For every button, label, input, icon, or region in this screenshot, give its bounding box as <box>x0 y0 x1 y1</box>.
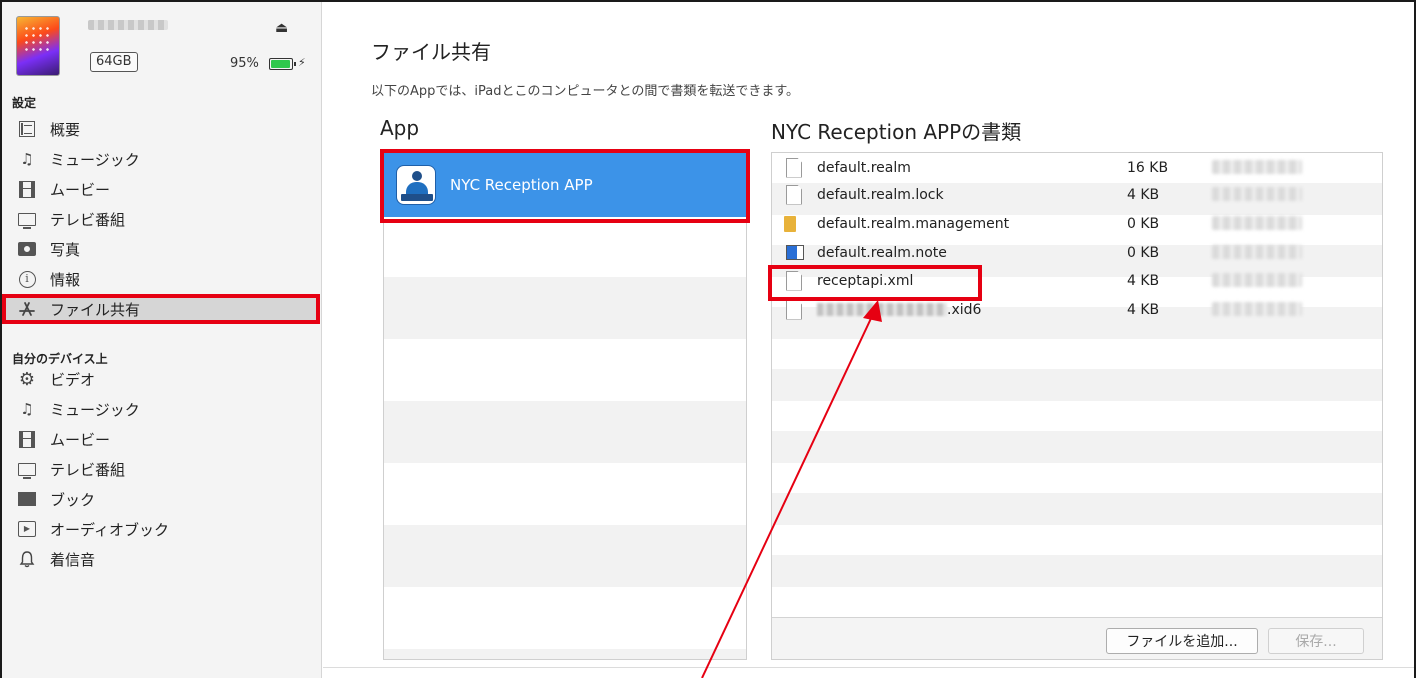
file-icon <box>786 157 802 178</box>
file-icon <box>786 299 802 320</box>
app-list: NYC Reception APP <box>383 152 747 660</box>
sidebar-item-label: オーディオブック <box>50 520 169 539</box>
document-name: default.realm.management <box>817 215 1010 232</box>
documents-column-header: NYC Reception APPの書類 <box>771 120 1022 144</box>
settings-nav: 概要 ♫ ミュージック ムービー テレビ番組 写真 i 情報 ファイル共有 <box>2 114 320 324</box>
document-date-redacted <box>1212 302 1302 316</box>
device-thumbnail <box>16 16 60 76</box>
document-date-redacted <box>1212 216 1302 230</box>
info-icon: i <box>18 270 36 288</box>
film-icon <box>18 180 36 198</box>
sidebar-item-label: ムービー <box>50 430 111 449</box>
settings-section-label: 設定 <box>12 96 37 110</box>
sidebar-item-device-music[interactable]: ♫ ミュージック <box>2 394 320 424</box>
document-name: .xid6 <box>947 301 982 318</box>
sidebar-item-file-sharing[interactable]: ファイル共有 <box>2 294 320 324</box>
sidebar-item-ringtones[interactable]: 着信音 <box>2 544 320 574</box>
sidebar-item-label: テレビ番組 <box>50 460 126 479</box>
bell-icon <box>18 550 36 568</box>
gear-icon: ⚙ <box>18 368 36 390</box>
main-content: ファイル共有 以下のAppでは、iPadとこのコンピュータとの間で書類を転送でき… <box>323 2 1414 678</box>
document-row[interactable]: default.realm.management 0 KB <box>772 212 1382 235</box>
save-button[interactable]: 保存... <box>1268 628 1364 654</box>
document-name-redacted <box>817 303 947 316</box>
document-date-redacted <box>1212 245 1302 259</box>
document-row[interactable]: .xid6 4 KB <box>772 298 1382 321</box>
bottom-divider <box>323 667 1414 668</box>
music-note-icon: ♫ <box>20 150 34 168</box>
sidebar-item-label: 写真 <box>50 240 81 259</box>
sidebar-item-device-movies[interactable]: ムービー <box>2 424 320 454</box>
selected-document-highlight <box>768 265 982 301</box>
charging-icon: ⚡ <box>298 56 306 69</box>
note-icon <box>786 245 804 260</box>
film-icon <box>18 430 36 448</box>
document-row[interactable]: default.realm 16 KB <box>772 156 1382 179</box>
sidebar-item-label: ミュージック <box>50 400 140 419</box>
document-size: 16 KB <box>1127 159 1169 176</box>
app-column-header: App <box>380 116 420 140</box>
page-subtitle: 以下のAppでは、iPadとこのコンピュータとの間で書類を転送できます。 <box>371 84 800 99</box>
folder-icon <box>784 215 796 232</box>
music-note-icon: ♫ <box>20 400 34 418</box>
sidebar-item-label: 情報 <box>50 270 81 289</box>
battery-icon <box>269 58 296 70</box>
device-name-redacted <box>88 20 168 30</box>
audiobook-icon: ▶ <box>18 520 36 538</box>
document-list: default.realm 16 KB default.realm.lock 4… <box>771 152 1383 660</box>
document-name: default.realm.lock <box>817 186 944 203</box>
document-name: default.realm.note <box>817 244 947 261</box>
tv-icon <box>18 210 36 229</box>
sidebar-item-photos[interactable]: 写真 <box>2 234 320 264</box>
selected-app-highlight <box>380 149 750 223</box>
sidebar-item-device-tv-shows[interactable]: テレビ番組 <box>2 454 320 484</box>
add-file-button[interactable]: ファイルを追加... <box>1106 628 1258 654</box>
sidebar-item-label: 着信音 <box>50 550 96 569</box>
sidebar-item-label: テレビ番組 <box>50 210 126 229</box>
sidebar-item-music[interactable]: ♫ ミュージック <box>2 144 320 174</box>
document-date-redacted <box>1212 273 1302 287</box>
document-date-redacted <box>1212 160 1302 174</box>
capacity-badge: 64GB <box>90 52 138 72</box>
device-summary[interactable]: ⏏ 64GB 95% ⚡ <box>16 12 316 82</box>
battery-percent: 95% <box>230 56 259 71</box>
document-actions-bar: ファイルを追加... 保存... <box>772 617 1382 659</box>
sidebar-item-summary[interactable]: 概要 <box>2 114 320 144</box>
sidebar-item-audiobooks[interactable]: ▶ オーディオブック <box>2 514 320 544</box>
sidebar-item-info[interactable]: i 情報 <box>2 264 320 294</box>
sidebar-item-label: ミュージック <box>50 150 140 169</box>
document-name: default.realm <box>817 159 911 176</box>
on-device-nav: ⚙ ビデオ ♫ ミュージック ムービー テレビ番組 ブック ▶ オーディオブック… <box>2 364 320 574</box>
sidebar-item-books[interactable]: ブック <box>2 484 320 514</box>
sidebar-item-label: ブック <box>50 490 96 509</box>
sidebar-item-video[interactable]: ⚙ ビデオ <box>2 364 320 394</box>
document-row[interactable]: default.realm.lock 4 KB <box>772 183 1382 206</box>
sidebar-item-movies[interactable]: ムービー <box>2 174 320 204</box>
document-size: 4 KB <box>1127 186 1160 203</box>
document-size: 4 KB <box>1127 272 1160 289</box>
file-icon <box>786 184 802 205</box>
battery-fill <box>271 60 290 68</box>
document-date-redacted <box>1212 187 1302 201</box>
camera-icon <box>18 240 36 258</box>
list-icon <box>18 120 36 138</box>
app-store-icon <box>18 300 36 318</box>
eject-icon[interactable]: ⏏ <box>275 20 288 36</box>
sidebar: ⏏ 64GB 95% ⚡ 設定 概要 ♫ ミュージック ムービー テレビ番組 写… <box>2 2 322 678</box>
sidebar-item-label: 概要 <box>50 120 81 139</box>
sidebar-item-label: ビデオ <box>50 370 96 389</box>
document-size: 4 KB <box>1127 301 1160 318</box>
document-row[interactable]: default.realm.note 0 KB <box>772 241 1382 264</box>
book-icon <box>18 490 36 508</box>
document-size: 0 KB <box>1127 215 1160 232</box>
tv-icon <box>18 460 36 479</box>
page-title: ファイル共有 <box>371 40 491 64</box>
sidebar-item-tv-shows[interactable]: テレビ番組 <box>2 204 320 234</box>
sidebar-item-label: ファイル共有 <box>50 300 141 319</box>
document-size: 0 KB <box>1127 244 1160 261</box>
sidebar-item-label: ムービー <box>50 180 111 199</box>
